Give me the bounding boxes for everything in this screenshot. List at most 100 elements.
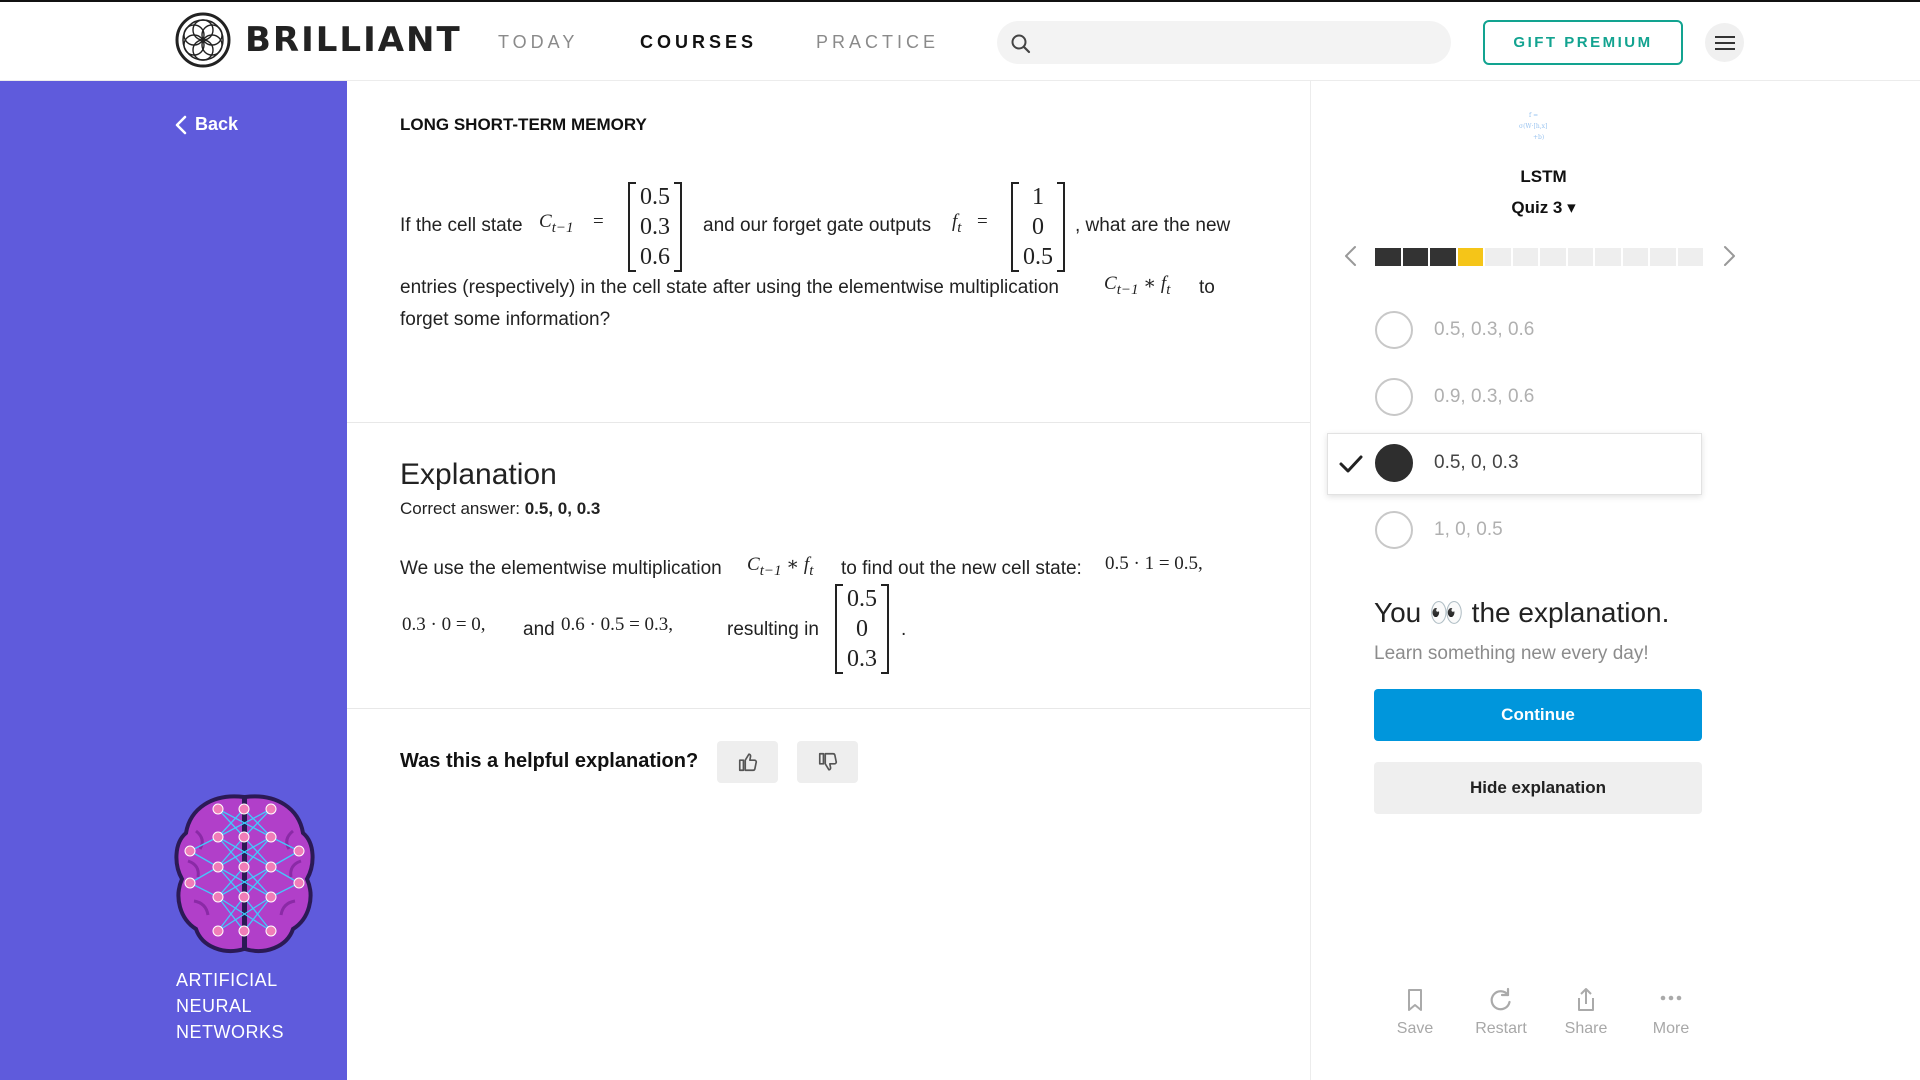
restart-button[interactable]: Restart [1461, 986, 1541, 1038]
radio-icon [1375, 444, 1413, 482]
answer-option-label: 0.5, 0, 0.3 [1434, 452, 1519, 473]
share-button[interactable]: Share [1546, 986, 1626, 1038]
matrix-entry: 0.3 [847, 646, 877, 672]
explanation-text: We use the elementwise multiplication [400, 558, 722, 579]
gift-premium-button[interactable]: GIFT PREMIUM [1483, 20, 1683, 65]
neural-brain-icon [174, 794, 315, 953]
correct-answer: Correct answer: 0.5, 0, 0.3 [400, 499, 600, 519]
answer-option[interactable]: 1, 0, 0.5 [1311, 500, 1781, 560]
answer-option[interactable]: 0.5, 0.3, 0.6 [1311, 300, 1781, 360]
hide-explanation-button[interactable]: Hide explanation [1374, 762, 1702, 814]
math-var: Ct−1 [539, 211, 574, 236]
answer-option-label: 0.9, 0.3, 0.6 [1434, 386, 1535, 407]
thumbs-down-button[interactable] [797, 741, 858, 783]
cell-state-matrix: 0.5 0.3 0.6 [628, 182, 682, 272]
course-name-line: NEURAL [176, 996, 253, 1016]
answer-option-label: 0.5, 0.3, 0.6 [1434, 319, 1535, 340]
question-text: , what are the new [1075, 215, 1231, 236]
answer-option-selected[interactable]: 0.5, 0, 0.3 [1311, 433, 1781, 495]
continue-button[interactable]: Continue [1374, 689, 1702, 741]
question-text: If the cell state [400, 215, 523, 236]
divider [347, 708, 1310, 709]
quiz-progress-bar [1375, 248, 1703, 266]
restart-icon [1490, 987, 1511, 1011]
matrix-entry: 0.5 [640, 184, 670, 210]
back-link[interactable]: Back [175, 114, 238, 135]
explanation-text: resulting in [727, 619, 819, 640]
question-text: to [1199, 277, 1215, 298]
explanation-text: to find out the new cell state: [841, 558, 1082, 579]
math-equation: 0.3 · 0 = 0, [402, 614, 486, 635]
progress-segment [1677, 248, 1703, 266]
course-name-line: ARTIFICIAL [176, 970, 278, 990]
svg-text:+b): +b) [1533, 134, 1544, 141]
matrix-entry: 0 [1032, 214, 1044, 240]
progress-segment [1457, 248, 1483, 266]
question-text: forget some information? [400, 309, 611, 330]
matrix-entry: 0.5 [847, 586, 877, 612]
lstm-formula-thumbnail: f = σ(W·[h,x] +b) [1519, 112, 1547, 141]
progress-segment [1402, 248, 1428, 266]
bookmark-icon [1408, 989, 1422, 1011]
nav-today[interactable]: TODAY [498, 32, 578, 53]
progress-segment [1567, 248, 1593, 266]
result-matrix: 0.5 0 0.3 [835, 584, 889, 674]
share-label: Share [1564, 1020, 1608, 1037]
explanation-text: and [523, 619, 555, 640]
lesson-content: LONG SHORT-TERM MEMORY If the cell state… [347, 81, 1310, 1080]
chevron-right-icon[interactable] [1719, 241, 1739, 271]
progress-segment [1650, 248, 1676, 266]
quiz-selector[interactable]: Quiz 3 ▾ [1311, 198, 1776, 218]
svg-text:f =: f = [1529, 112, 1538, 119]
chevron-left-icon [175, 115, 187, 134]
matrix-entry: 0.3 [640, 214, 670, 240]
thumbs-up-icon [738, 753, 757, 772]
radio-icon [1375, 511, 1413, 549]
feedback-question: Was this a helpful explanation? [400, 750, 699, 772]
course-name[interactable]: ARTIFICIAL NEURAL NETWORKS [176, 967, 284, 1045]
more-button[interactable]: More [1631, 986, 1711, 1038]
matrix-entry: 0.5 [1023, 244, 1053, 270]
more-label: More [1652, 1020, 1690, 1037]
progress-segment [1512, 248, 1538, 266]
menu-button[interactable] [1705, 23, 1744, 62]
math-expression: Ct−1 ∗ ft [1104, 273, 1171, 298]
brand-name: BRILLIANT [245, 20, 462, 60]
thumbs-up-button[interactable] [717, 741, 778, 783]
brilliant-logo-icon [175, 12, 231, 68]
search-input[interactable] [997, 21, 1451, 64]
matrix-entry: 0 [856, 616, 868, 642]
back-label: Back [195, 114, 239, 134]
forget-gate-matrix: 1 0 0.5 [1011, 182, 1065, 272]
quiz-course-title: LSTM [1520, 167, 1567, 186]
svg-text:σ(W·[h,x]: σ(W·[h,x] [1519, 123, 1547, 130]
progress-segment [1595, 248, 1621, 266]
quiz-panel: f = σ(W·[h,x] +b) LSTM Quiz 3 ▾ 0.5, 0.3… [1310, 81, 1920, 1080]
restart-label: Restart [1475, 1020, 1527, 1037]
chevron-left-icon[interactable] [1341, 241, 1361, 271]
progress-segment [1540, 248, 1566, 266]
math-equals: = [977, 211, 988, 232]
correct-answer-value: 0.5, 0, 0.3 [524, 499, 601, 518]
section-title: LONG SHORT-TERM MEMORY [400, 115, 647, 134]
math-var: ft [952, 211, 962, 236]
math-equals: = [593, 211, 604, 232]
brilliant-logo[interactable]: BRILLIANT [175, 12, 462, 68]
nav-practice[interactable]: PRACTICE [816, 32, 939, 53]
explanation-title: Explanation [400, 458, 557, 491]
thumbs-down-icon [818, 752, 837, 771]
matrix-entry: 0.6 [640, 244, 670, 270]
progress-segment [1430, 248, 1456, 266]
radio-icon [1375, 311, 1413, 349]
save-button[interactable]: Save [1375, 986, 1455, 1038]
course-sidebar: Back ARTIFICIAL NEURAL NETWORKS [0, 81, 347, 1080]
math-equation: 0.6 · 0.5 = 0.3, [561, 614, 674, 635]
answer-option-label: 1, 0, 0.5 [1434, 519, 1503, 540]
correct-answer-prefix: Correct answer: [400, 499, 520, 518]
math-expression: Ct−1 ∗ ft [747, 554, 814, 579]
nav-courses[interactable]: COURSES [640, 32, 757, 53]
top-navigation-bar: BRILLIANT TODAY COURSES PRACTICE GIFT PR… [0, 0, 1920, 81]
question-text: entries (respectively) in the cell state… [400, 277, 1059, 298]
answer-option[interactable]: 0.9, 0.3, 0.6 [1311, 367, 1781, 427]
radio-icon [1375, 378, 1413, 416]
